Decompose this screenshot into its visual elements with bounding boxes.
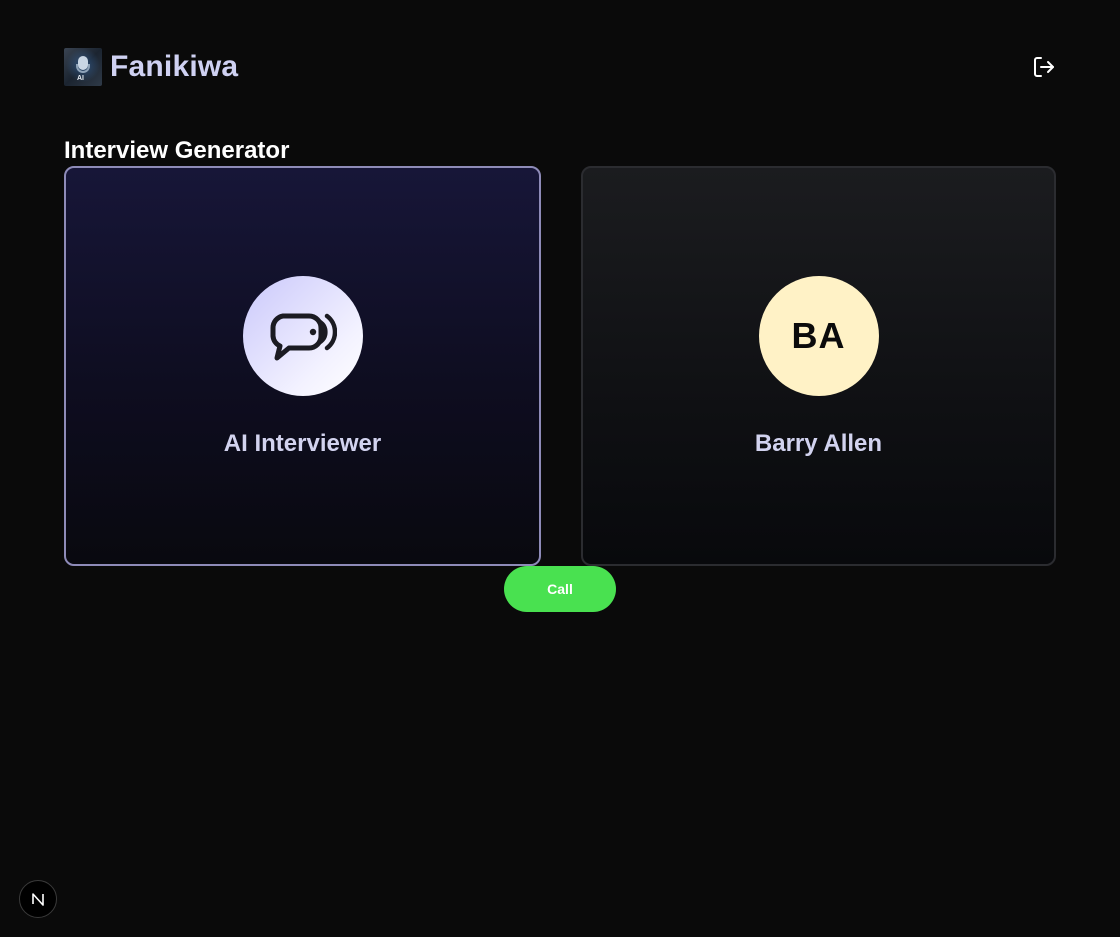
logo-text: AI — [77, 75, 84, 82]
page-title: Interview Generator — [64, 137, 290, 164]
brand[interactable]: AI Fanikiwa — [64, 48, 238, 86]
app-header: AI Fanikiwa — [64, 48, 1056, 86]
ai-avatar — [242, 276, 363, 396]
ai-interviewer-label: AI Interviewer — [223, 430, 382, 457]
user-initials: BA — [791, 315, 846, 356]
brand-logo: AI — [64, 48, 102, 86]
call-button[interactable]: Call — [504, 566, 616, 612]
brand-name: Fanikiwa — [110, 50, 239, 83]
user-card: BA Barry Allen — [581, 166, 1056, 566]
user-avatar: BA — [758, 276, 879, 396]
next-logo-icon — [32, 893, 44, 906]
ai-interviewer-card: AI Interviewer — [64, 166, 541, 566]
speech-bubble-sound-icon — [269, 313, 337, 361]
logout-icon[interactable] — [1032, 55, 1056, 79]
next-dev-badge[interactable] — [19, 880, 57, 918]
user-name: Barry Allen — [754, 430, 883, 457]
